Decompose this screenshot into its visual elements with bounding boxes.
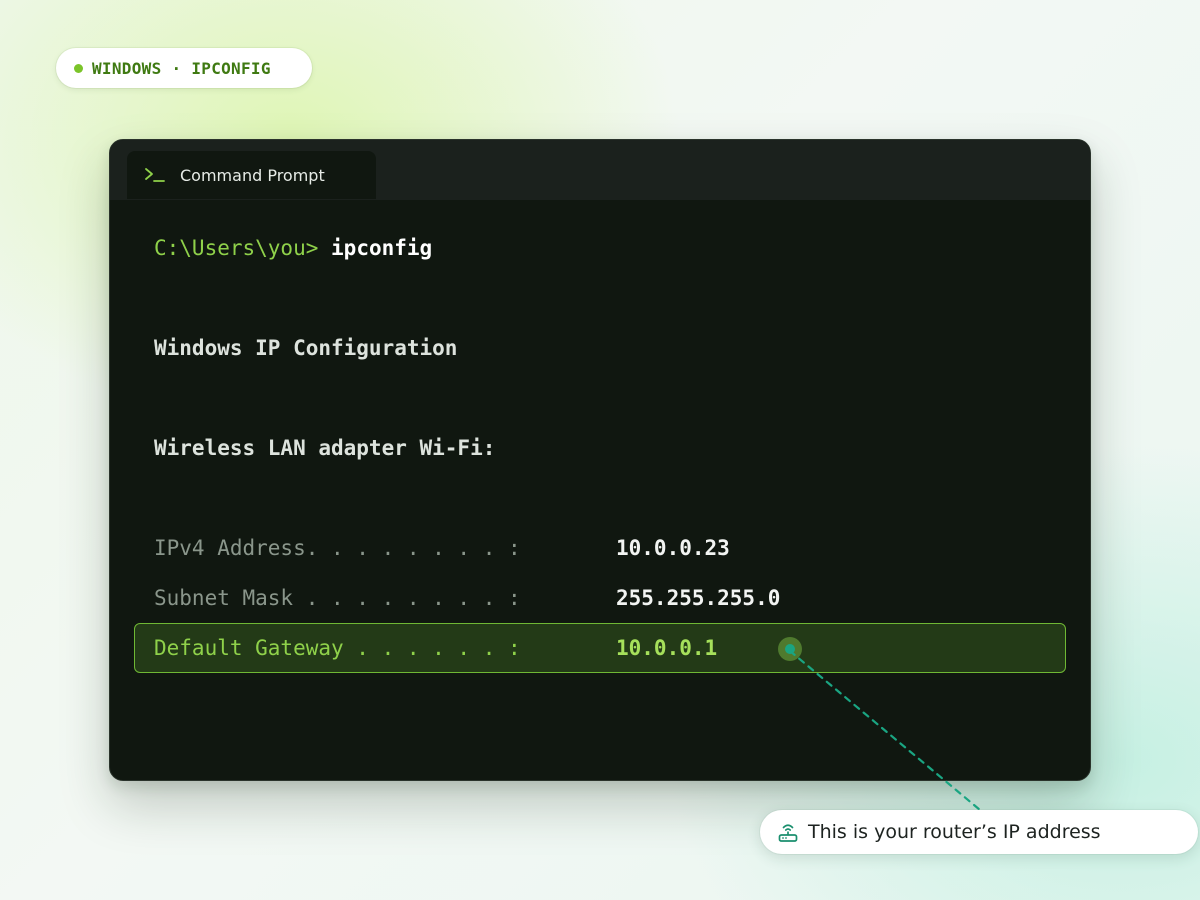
gateway-marker-dot: [785, 644, 795, 654]
platform-tag: WINDOWS · IPCONFIG: [56, 48, 312, 88]
ipv4-label: IPv4 Address. . . . . . . . :: [154, 536, 521, 560]
tab-title: Command Prompt: [180, 165, 325, 185]
config-heading: Windows IP Configuration: [154, 336, 458, 360]
tab-command-prompt[interactable]: Command Prompt: [127, 151, 376, 199]
platform-tag-label: WINDOWS · IPCONFIG: [92, 58, 271, 78]
adapter-heading: Wireless LAN adapter Wi-Fi:: [154, 436, 496, 460]
ipv4-value: 10.0.0.23: [616, 536, 730, 560]
gateway-marker: [778, 637, 802, 661]
window-titlebar: Command Prompt: [110, 140, 1090, 200]
command-line: C:\Users\you> ipconfig: [154, 238, 432, 259]
status-dot: [74, 63, 83, 73]
router-ip-callout: This is your router’s IP address: [760, 810, 1198, 854]
default-gateway-label: Default Gateway . . . . . . :: [154, 636, 521, 660]
default-gateway-value: 10.0.0.1: [616, 636, 718, 660]
subnet-mask-label: Subnet Mask . . . . . . . . :: [154, 586, 521, 610]
command-text: ipconfig: [331, 236, 433, 260]
router-icon: [778, 824, 798, 842]
terminal-prompt-icon: [145, 168, 165, 182]
subnet-mask-value: 255.255.255.0: [616, 586, 781, 610]
prompt-path: C:\Users\you>: [154, 236, 319, 260]
command-prompt-window: Command Prompt C:\Users\you> ipconfig Wi…: [109, 139, 1091, 781]
callout-text: This is your router’s IP address: [808, 821, 1101, 843]
